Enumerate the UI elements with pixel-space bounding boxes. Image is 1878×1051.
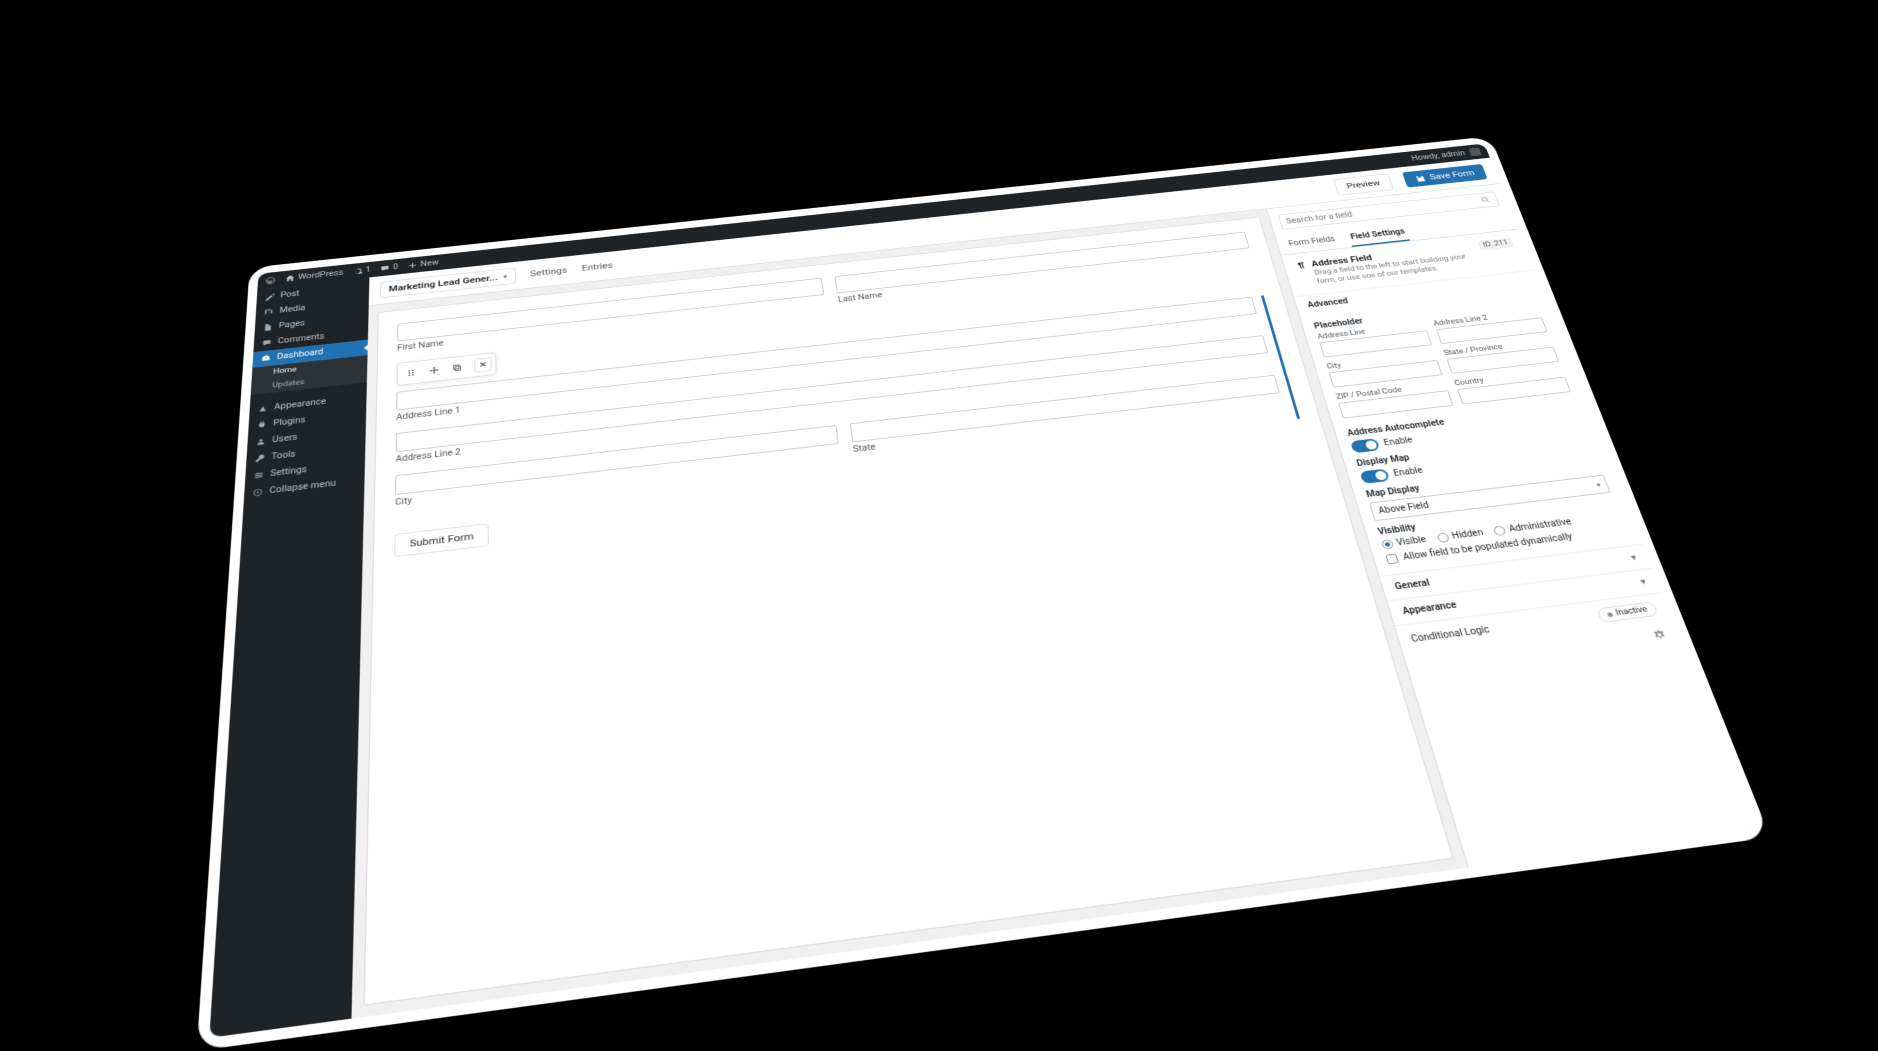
autocomplete-toggle[interactable] <box>1350 438 1380 453</box>
comments-link[interactable]: 0 <box>380 262 398 272</box>
display-map-toggle[interactable] <box>1360 468 1391 483</box>
preview-button[interactable]: Preview <box>1333 173 1394 195</box>
comments-count: 0 <box>393 262 398 270</box>
chevron-down-icon: ▾ <box>1639 577 1647 586</box>
autocomplete-enable-label: Enable <box>1383 436 1414 448</box>
conditional-logic-status: Inactive <box>1596 601 1659 622</box>
site-link[interactable]: WordPress <box>285 268 344 282</box>
map-display-value: Above Field <box>1377 500 1430 515</box>
new-label: New <box>420 258 438 268</box>
avatar[interactable] <box>1469 147 1482 156</box>
howdy-text[interactable]: Howdy, admin <box>1410 149 1466 162</box>
wp-logo[interactable] <box>265 275 276 284</box>
field-id-badge: ID: 211 <box>1477 237 1514 250</box>
form-name: Marketing Lead Gener... <box>389 272 498 293</box>
tab-settings-link[interactable]: Settings <box>530 265 567 278</box>
move-icon[interactable] <box>425 361 444 378</box>
visibility-hidden-radio[interactable]: Hidden <box>1436 528 1485 543</box>
duplicate-icon[interactable] <box>448 359 467 376</box>
visibility-visible-radio[interactable]: Visible <box>1381 535 1428 550</box>
submit-button[interactable]: Submit Form <box>394 523 489 557</box>
updates-link[interactable]: 1 <box>352 265 370 275</box>
save-form-button[interactable]: Save Form <box>1402 164 1487 188</box>
wp-sidebar: Post Media Pages Comments Dashboard Home… <box>209 277 369 1037</box>
gear-icon[interactable] <box>1651 628 1669 641</box>
form-canvas: First Name Last Name ✕ Address Line 1 <box>363 216 1453 1005</box>
paragraph-icon <box>1294 260 1307 270</box>
drag-handle-icon[interactable] <box>402 364 421 381</box>
new-link[interactable]: New <box>407 258 438 269</box>
delete-field-button[interactable]: ✕ <box>474 357 491 372</box>
chevron-down-icon: ▾ <box>503 273 507 280</box>
updates-count: 1 <box>365 265 370 273</box>
search-icon <box>1479 195 1492 204</box>
tab-entries-link[interactable]: Entries <box>582 260 614 272</box>
save-icon <box>1414 173 1427 182</box>
site-name: WordPress <box>298 268 344 281</box>
chevron-down-icon: ▾ <box>1595 481 1602 489</box>
chevron-down-icon: ▾ <box>1630 553 1638 562</box>
display-map-enable-label: Enable <box>1393 466 1425 478</box>
